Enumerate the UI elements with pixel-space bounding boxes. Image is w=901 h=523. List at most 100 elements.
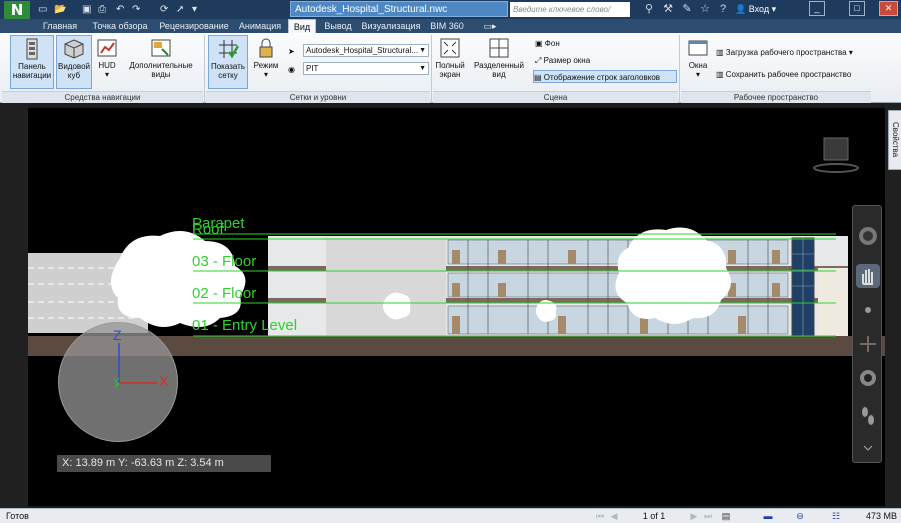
extra-views-icon [151,39,171,57]
save-workspace-icon: ▥ [716,70,726,79]
navigation-bar-button[interactable]: Панель навигации [10,35,54,89]
panel-separator [431,35,432,103]
model-combo[interactable]: Autodesk_Hospital_Structural... ▼ [303,44,429,57]
split-view-button[interactable]: Разделенный вид [471,35,527,89]
view-cube-button[interactable]: Видовой куб [56,35,92,89]
sheet-browser-icon[interactable]: ▤ [720,510,732,522]
windows-icon [688,40,708,56]
view-cube-icon [64,39,84,59]
central-block [326,238,446,336]
building-scene [28,227,885,356]
floor-band [268,266,326,271]
zoom-icon[interactable] [856,298,880,322]
lock-icon [259,38,273,58]
search-input[interactable]: Введите ключевое слово/фразу [510,2,630,29]
properties-tab[interactable]: Свойства [888,110,901,170]
3d-viewport[interactable]: Parapet Roof 03 - Floor 02 - Floor 01 - … [28,108,885,506]
end-wall [818,268,848,336]
model-combo-value: Autodesk_Hospital_Structural... [306,46,419,55]
print-icon[interactable]: ⎙ [98,3,106,16]
extra-views-label: Дополнительные виды [129,61,193,79]
load-workspace-button[interactable]: ▥ Загрузка рабочего пространства ▾ [716,46,872,59]
walk-footprints-icon[interactable] [856,404,880,428]
background-label: Фон [544,39,560,48]
tab-viewpoint[interactable]: Точка обзора [86,19,154,33]
axis-compass[interactable]: Z X Y [58,322,178,442]
tab-bim360[interactable]: BIM 360 [426,19,468,33]
navbar-customize-icon[interactable] [856,440,880,456]
close-button[interactable]: ✕ [879,1,898,16]
tab-options-icon[interactable]: ▭▸ [480,19,500,33]
page-indicator: 1 of 1 [642,511,666,521]
undo-icon[interactable]: ↶ [116,3,124,16]
tab-output[interactable]: Вывод [320,19,356,33]
star-icon[interactable]: ☆ [698,2,712,16]
level-label-02: 02 - Floor [192,285,257,302]
orbit-icon[interactable] [856,332,880,356]
scene-panel-label: Сцена [433,91,678,103]
redo-icon[interactable]: ↷ [132,3,140,16]
document-title: Autodesk_Hospital_Structural.nwc [290,1,508,17]
first-page-icon[interactable]: ⏮ [594,510,606,522]
panel-separator [204,35,205,103]
look-around-icon[interactable] [856,366,880,390]
extra-views-button[interactable]: Дополнительные виды [126,35,196,89]
grid-icon [219,40,239,59]
binoculars-icon[interactable]: ⚲ [642,2,656,16]
navigation-bar-icon [26,38,38,60]
grid-mode-button[interactable]: Режим ▾ [250,35,282,89]
axis-y-label: Y [113,377,120,388]
sign-in-button[interactable]: 👤 Вход ▾ [735,2,776,16]
model-icon: ➤ [288,47,295,56]
hud-icon [97,39,117,57]
select-cursor-icon[interactable]: ➚ [176,3,184,16]
steering-wheel-icon[interactable] [856,224,880,248]
new-file-icon[interactable]: ▭ [38,3,47,16]
grids-panel-label: Сетки и уровни [206,91,430,103]
ribbon-tabs: Главная Точка обзора Рецензирование Аним… [0,19,901,33]
windows-button[interactable]: Окна ▾ [683,35,713,89]
qat-dropdown-icon[interactable]: ▾ [192,3,197,16]
save-icon[interactable]: ▣ [82,3,91,16]
windows-label: Окна [688,61,708,70]
status-text: Готов [6,511,29,521]
communication-icon[interactable]: ⚒ [661,2,675,16]
pan-hand-icon[interactable] [856,264,880,288]
open-file-icon[interactable]: 📂 [54,3,66,16]
refresh-icon[interactable]: ⟳ [160,3,168,16]
disk-progress-icon: ⊖ [796,511,804,521]
level-label-01: 01 - Entry Level [192,317,298,334]
view-cube-label: Видовой куб [58,62,90,80]
show-headers-button[interactable]: ▤ Отображение строк заголовков [533,70,677,83]
headers-icon: ▤ [534,73,544,82]
tab-review[interactable]: Рецензирование [156,19,232,33]
tab-animation[interactable]: Анимация [234,19,286,33]
title-bar: N ▭ 📂 ▣ ⎙ ↶ ↷ ⟳ ➚ ▾ Autodesk_Hospital_St… [0,0,901,29]
minimize-button[interactable]: _ [809,1,825,16]
hud-button[interactable]: HUD ▾ [94,35,120,89]
axis-x-label: X [159,373,169,389]
tab-home[interactable]: Главная [38,19,82,33]
window-size-button[interactable]: ⤢ Размер окна [535,54,635,67]
load-workspace-label: Загрузка рабочего пространства [725,48,847,57]
app-logo[interactable]: N [4,1,30,19]
navigation-bar-label: Панель навигации [12,62,52,80]
grid-level-combo[interactable]: PIT ▼ [303,62,429,75]
fullscreen-button[interactable]: Полный экран [433,35,467,89]
background-button[interactable]: ▣ Фон [535,37,635,50]
split-view-label: Разделенный вид [474,61,524,79]
maximize-button[interactable]: □ [849,1,865,16]
save-workspace-button[interactable]: ▥ Сохранить рабочее пространство [716,68,872,81]
ribbon: Панель навигации Видовой куб HUD ▾ Дополн… [0,33,901,103]
last-page-icon[interactable]: ⏭ [702,510,714,522]
tab-view[interactable]: Вид [288,19,316,33]
nav-panel-label: Средства навигации [2,91,203,103]
help-icon[interactable]: ? [716,2,730,16]
tab-render[interactable]: Визуализация [360,19,422,33]
prev-page-icon[interactable]: ◀ [608,510,620,522]
next-page-icon[interactable]: ▶ [688,510,700,522]
show-grid-button[interactable]: Показать сетку [208,35,248,89]
view-cube-widget[interactable] [812,136,860,174]
background-icon: ▣ [535,39,545,48]
tools-icon[interactable]: ✎ [680,2,694,16]
